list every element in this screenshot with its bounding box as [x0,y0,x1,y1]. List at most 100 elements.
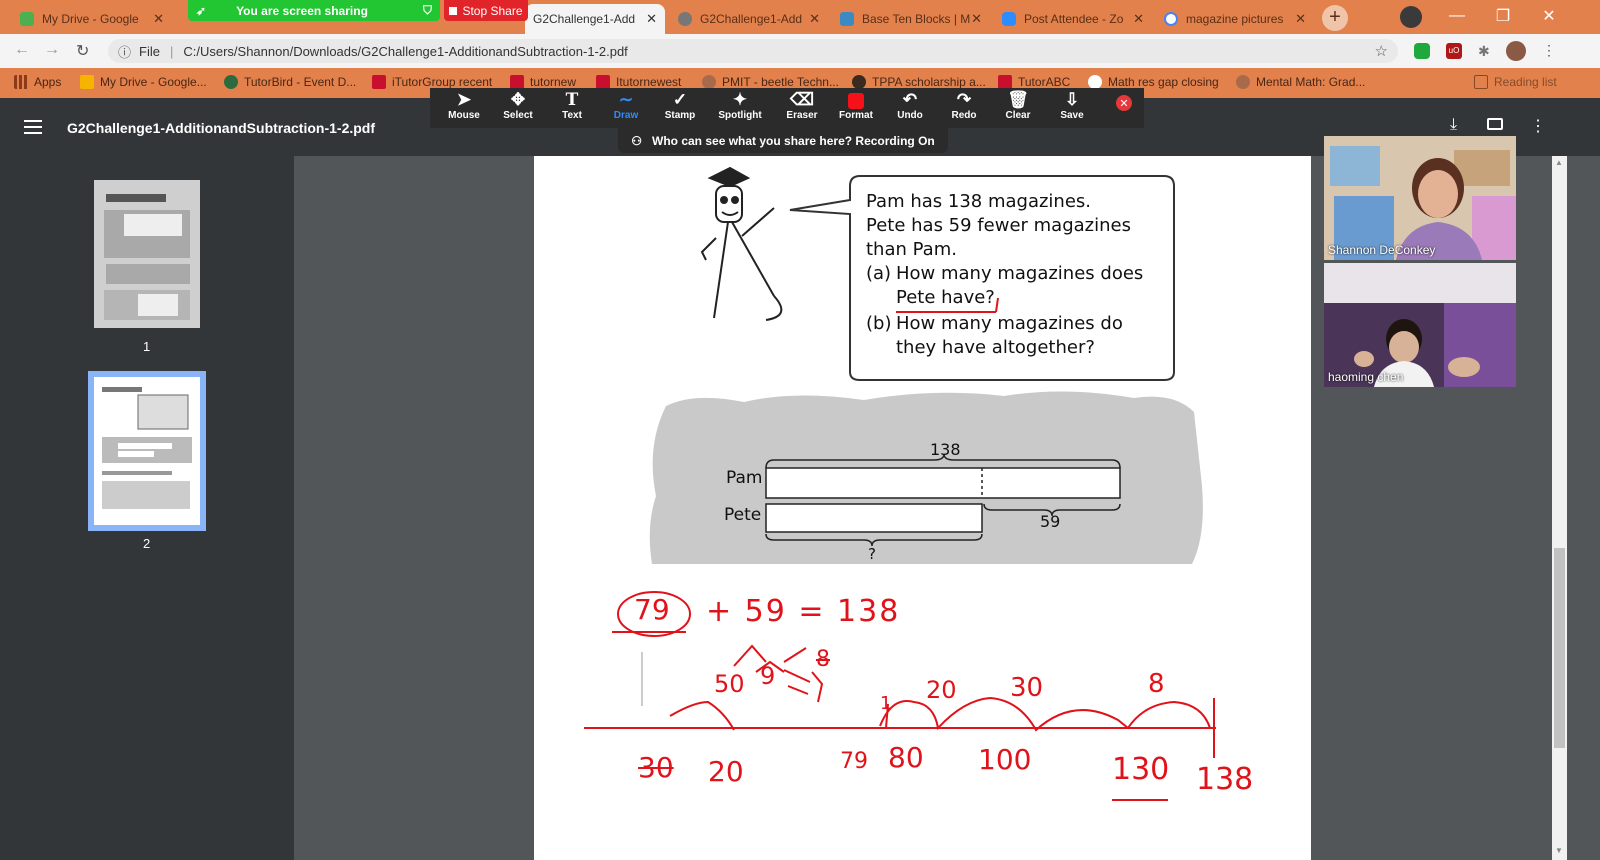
scroll-up-icon[interactable]: ▲ [1555,158,1563,167]
bookmark-tppa[interactable]: TPPA scholarship a... [852,75,986,89]
question-a-label: (a) [866,263,892,284]
tool-mouse[interactable]: ➤ Mouse [437,90,491,121]
bookmark-mental-math[interactable]: Mental Math: Grad... [1236,75,1365,89]
more-options-icon[interactable]: ⋮ [1530,116,1546,136]
bookmark-itutorgroup[interactable]: iTutorGroup recent [372,75,492,89]
problem-line-1: Pam has 138 magazines. [866,191,1091,212]
page-thumbnail-2[interactable] [88,371,206,531]
bar-unknown-label: ? [868,545,876,563]
forward-icon[interactable]: → [44,41,60,59]
tool-label: Draw [613,110,639,121]
wand-icon: ✦ [732,90,748,109]
ink-jump-30: 30 [1010,673,1044,703]
extension-icon[interactable] [1414,43,1430,59]
ink-split-9: 9 [760,662,776,690]
bookmark-my-drive[interactable]: My Drive - Google... [80,75,207,89]
page-thumbnail-1[interactable] [94,180,200,328]
participant-name: haoming chen [1328,370,1404,384]
bookmark-itutornewest[interactable]: Itutornewest [596,75,681,89]
webcam-feed [1324,136,1516,260]
tool-text[interactable]: T Text [545,90,599,121]
star-icon[interactable]: ☆ [1375,42,1388,60]
thumbnail-preview [102,387,192,509]
tool-redo[interactable]: ↷ Redo [937,90,991,121]
bookmark-apps[interactable]: Apps [14,75,61,89]
tab-pdf-2[interactable]: G2Challenge1-Add ✕ [670,4,828,34]
ink-numberline-80: 80 [888,741,924,774]
bookmark-tutorbird[interactable]: TutorBird - Event D... [224,75,356,89]
bookmark-reading-list[interactable]: Reading list [1474,75,1557,89]
close-icon[interactable]: ✕ [646,11,657,27]
ublock-icon[interactable]: uO [1446,43,1462,59]
menu-icon[interactable] [24,120,42,134]
ink-numberline-20: 20 [708,755,744,788]
tool-eraser[interactable]: ⌫ Eraser [775,90,829,121]
scrollbar-thumb[interactable] [1554,548,1565,748]
tab-title: Post Attendee - Zo [1024,12,1124,26]
video-tile-host[interactable]: Shannon DeConkey [1324,136,1516,260]
toy-theater-icon [840,12,854,26]
video-tile-student[interactable]: haoming chen [1324,263,1516,387]
vertical-scrollbar[interactable]: ▲ ▼ [1552,156,1567,860]
bar-difference-label: 59 [1040,512,1061,531]
tab-base-ten-blocks[interactable]: Base Ten Blocks | M ✕ [832,4,990,34]
close-window-button[interactable]: ✕ [1526,0,1572,32]
reading-list-icon [1474,75,1488,89]
restore-button[interactable]: ❐ [1480,0,1526,32]
tool-spotlight[interactable]: ✦ Spotlight [713,90,767,121]
who-can-see-label: Who can see what you share here? Recordi… [652,133,935,148]
question-b-label: (b) [866,313,892,334]
thumbnail-preview [104,194,190,320]
itutor-icon [510,75,524,89]
page-number-2: 2 [143,536,151,551]
close-icon[interactable]: ✕ [153,11,164,27]
ink-split-50: 50 [714,670,745,698]
tool-label: Stamp [664,110,696,121]
close-toolbar-icon[interactable]: ✕ [1116,95,1132,111]
tool-save[interactable]: ⇩ Save [1045,90,1099,121]
print-icon[interactable] [1487,118,1503,130]
bookmark-tutornew[interactable]: tutornew [510,75,576,89]
reload-icon[interactable]: ↻ [76,41,89,61]
close-icon[interactable]: ✕ [1133,11,1144,27]
tool-format[interactable]: Format [829,90,883,121]
tool-undo[interactable]: ↶ Undo [883,90,937,121]
address-bar[interactable]: ⓘ File | C:/Users/Shannon/Downloads/G2Ch… [108,39,1398,63]
bookmark-math-res[interactable]: Math res gap closing [1088,75,1219,89]
bookmark-tutorabc[interactable]: TutorABC [998,75,1070,89]
download-icon[interactable]: ⤓ [1450,116,1457,134]
tab-zoom-attendee[interactable]: Post Attendee - Zo ✕ [994,4,1152,34]
bookmark-pmit[interactable]: PMIT - beetle Techn... [702,75,839,89]
menu-kebab-icon[interactable]: ⋮ [1542,42,1556,59]
close-icon[interactable]: ✕ [971,11,982,27]
stop-share-button[interactable]: Stop Share [444,0,528,21]
page-number-1: 1 [143,339,151,354]
trash-icon: 🗑 [1007,90,1029,109]
scroll-down-icon[interactable]: ▼ [1555,846,1563,855]
tutorbird-icon [224,75,238,89]
close-icon[interactable]: ✕ [1295,11,1306,27]
bookmark-label: My Drive - Google... [100,75,207,89]
url-text: C:/Users/Shannon/Downloads/G2Challenge1-… [183,43,628,59]
new-tab-button[interactable]: + [1322,5,1348,31]
tool-clear[interactable]: 🗑 Clear [991,90,1045,121]
profile-avatar[interactable] [1506,41,1526,61]
tab-search-button[interactable] [1400,6,1422,28]
tab-magazine-pictures[interactable]: magazine pictures ✕ [1156,4,1314,34]
back-icon[interactable]: ← [14,41,30,59]
bookmark-label: Mental Math: Grad... [1256,75,1366,89]
problem-line-2: Pete has 59 fewer magazines [866,215,1131,236]
tool-stamp[interactable]: ✓ Stamp [653,90,707,121]
question-b-line-2: they have altogether? [896,337,1095,358]
tab-my-drive[interactable]: My Drive - Google ✕ [12,4,172,34]
tool-draw[interactable]: ∼ Draw [599,90,653,121]
who-can-see-banner[interactable]: ⚇ Who can see what you share here? Recor… [618,128,948,153]
puzzle-icon[interactable]: ✱ [1478,43,1494,59]
close-icon[interactable]: ✕ [809,11,820,27]
bookmark-label: TutorABC [1018,75,1071,89]
minimize-button[interactable]: — [1434,0,1480,32]
info-icon[interactable]: ⓘ [118,42,131,61]
tool-select[interactable]: ✥ Select [491,90,545,121]
tppa-icon [852,75,866,89]
tab-pdf-active[interactable]: G2Challenge1-Add ✕ [525,4,665,34]
